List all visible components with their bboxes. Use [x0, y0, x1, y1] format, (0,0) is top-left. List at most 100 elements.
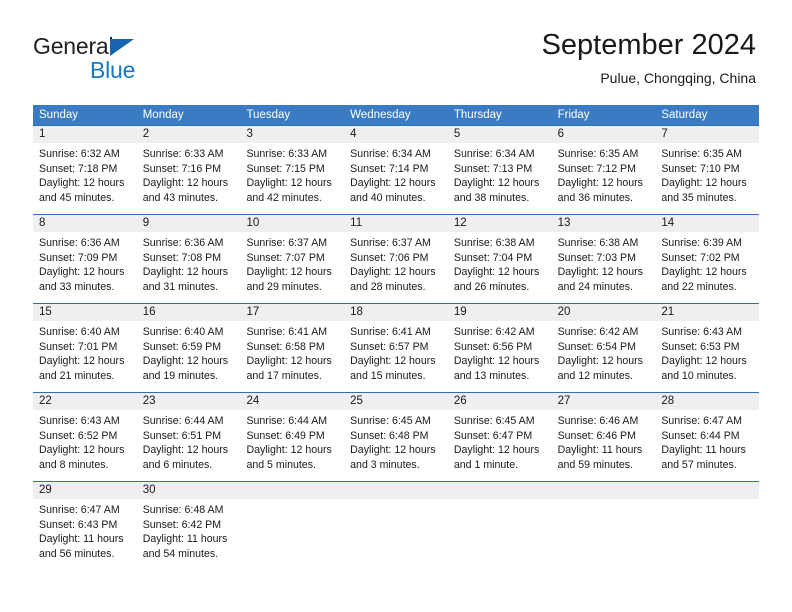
day-cell[interactable]: Sunrise: 6:35 AM Sunset: 7:12 PM Dayligh… [552, 143, 656, 214]
day-cell-empty [448, 499, 552, 570]
day-cell[interactable]: Sunrise: 6:48 AM Sunset: 6:42 PM Dayligh… [137, 499, 241, 570]
daylight-text-line1: Daylight: 12 hours [453, 355, 540, 368]
day-cell[interactable]: Sunrise: 6:34 AM Sunset: 7:14 PM Dayligh… [344, 143, 448, 214]
sunset-text: Sunset: 6:58 PM [246, 340, 325, 353]
day-number[interactable]: 5 [448, 126, 552, 143]
daylight-text-line1: Daylight: 12 hours [142, 355, 229, 368]
daylight-text-line2: and 28 minutes. [350, 280, 426, 293]
day-cell[interactable]: Sunrise: 6:37 AM Sunset: 7:07 PM Dayligh… [240, 232, 344, 303]
daylight-text-line1: Daylight: 12 hours [557, 355, 643, 368]
daylight-text-line1: Daylight: 12 hours [350, 266, 436, 279]
day-number[interactable]: 3 [240, 126, 344, 143]
daylight-text-line2: and 38 minutes. [453, 191, 530, 204]
day-number[interactable]: 18 [344, 304, 448, 321]
daylight-text-line1: Daylight: 12 hours [350, 355, 436, 368]
day-number[interactable]: 30 [137, 482, 241, 499]
day-number[interactable]: 6 [552, 126, 656, 143]
day-cell[interactable]: Sunrise: 6:33 AM Sunset: 7:15 PM Dayligh… [240, 143, 344, 214]
day-cell-empty [655, 499, 759, 570]
day-cell[interactable]: Sunrise: 6:44 AM Sunset: 6:51 PM Dayligh… [137, 410, 241, 481]
day-cell[interactable]: Sunrise: 6:32 AM Sunset: 7:18 PM Dayligh… [33, 143, 137, 214]
day-cell[interactable]: Sunrise: 6:43 AM Sunset: 6:52 PM Dayligh… [33, 410, 137, 481]
week-row: 8 9 10 11 12 13 14 Sunrise: 6:36 AM Suns… [33, 214, 759, 303]
day-number[interactable]: 21 [655, 304, 759, 321]
day-number[interactable]: 27 [552, 393, 656, 410]
day-number[interactable]: 14 [655, 215, 759, 232]
day-number[interactable]: 11 [344, 215, 448, 232]
weekday-sunday: Sunday [39, 109, 79, 121]
day-cell[interactable]: Sunrise: 6:42 AM Sunset: 6:54 PM Dayligh… [552, 321, 656, 392]
day-cell[interactable]: Sunrise: 6:34 AM Sunset: 7:13 PM Dayligh… [448, 143, 552, 214]
sunset-text: Sunset: 7:02 PM [661, 251, 740, 264]
day-number[interactable]: 16 [137, 304, 241, 321]
day-cell[interactable]: Sunrise: 6:39 AM Sunset: 7:02 PM Dayligh… [655, 232, 759, 303]
sunrise-text: Sunrise: 6:34 AM [453, 148, 535, 160]
day-number[interactable]: 24 [240, 393, 344, 410]
weekday-tuesday: Tuesday [246, 109, 291, 121]
day-cell[interactable]: Sunrise: 6:38 AM Sunset: 7:03 PM Dayligh… [552, 232, 656, 303]
day-cell[interactable]: Sunrise: 6:40 AM Sunset: 6:59 PM Dayligh… [137, 321, 241, 392]
day-cell[interactable]: Sunrise: 6:41 AM Sunset: 6:58 PM Dayligh… [240, 321, 344, 392]
day-cell[interactable]: Sunrise: 6:43 AM Sunset: 6:53 PM Dayligh… [655, 321, 759, 392]
sunset-text: Sunset: 7:06 PM [350, 251, 429, 264]
day-cell[interactable]: Sunrise: 6:36 AM Sunset: 7:09 PM Dayligh… [33, 232, 137, 303]
logo-secondary-text: Blue [90, 57, 136, 83]
daylight-text-line2: and 29 minutes. [246, 280, 322, 293]
day-cell[interactable]: Sunrise: 6:45 AM Sunset: 6:47 PM Dayligh… [448, 410, 552, 481]
day-number[interactable]: 28 [655, 393, 759, 410]
daylight-text-line1: Daylight: 12 hours [246, 266, 332, 279]
day-number[interactable]: 26 [448, 393, 552, 410]
day-number[interactable]: 20 [552, 304, 656, 321]
daylight-text-line1: Daylight: 12 hours [39, 355, 125, 368]
page-title: September 2024 [541, 29, 756, 61]
day-cell[interactable]: Sunrise: 6:33 AM Sunset: 7:16 PM Dayligh… [137, 143, 241, 214]
day-number[interactable]: 9 [137, 215, 241, 232]
day-cell[interactable]: Sunrise: 6:44 AM Sunset: 6:49 PM Dayligh… [240, 410, 344, 481]
day-cell[interactable]: Sunrise: 6:38 AM Sunset: 7:04 PM Dayligh… [448, 232, 552, 303]
daylight-text-line1: Daylight: 11 hours [39, 533, 124, 546]
daylight-text-line2: and 15 minutes. [350, 369, 426, 382]
day-number[interactable]: 2 [137, 126, 241, 143]
sunset-text: Sunset: 7:10 PM [661, 162, 740, 175]
day-cell[interactable]: Sunrise: 6:37 AM Sunset: 7:06 PM Dayligh… [344, 232, 448, 303]
weekday-thursday: Thursday [453, 109, 502, 121]
day-number[interactable]: 17 [240, 304, 344, 321]
day-number[interactable]: 12 [448, 215, 552, 232]
day-number[interactable]: 8 [33, 215, 137, 232]
day-cell[interactable]: Sunrise: 6:42 AM Sunset: 6:56 PM Dayligh… [448, 321, 552, 392]
week-daynumber-band: 8 9 10 11 12 13 14 [33, 215, 759, 232]
day-cell[interactable]: Sunrise: 6:46 AM Sunset: 6:46 PM Dayligh… [552, 410, 656, 481]
day-number[interactable]: 7 [655, 126, 759, 143]
day-cell[interactable]: Sunrise: 6:41 AM Sunset: 6:57 PM Dayligh… [344, 321, 448, 392]
daylight-text-line2: and 59 minutes. [557, 458, 633, 471]
day-number[interactable]: 15 [33, 304, 137, 321]
day-cell[interactable]: Sunrise: 6:35 AM Sunset: 7:10 PM Dayligh… [655, 143, 759, 214]
daylight-text-line2: and 54 minutes. [142, 547, 219, 560]
sunset-text: Sunset: 6:49 PM [246, 429, 325, 442]
day-number[interactable]: 23 [137, 393, 241, 410]
sunset-text: Sunset: 7:14 PM [350, 162, 429, 175]
day-number[interactable]: 4 [344, 126, 448, 143]
daylight-text-line1: Daylight: 12 hours [39, 177, 125, 190]
day-cell-empty [552, 499, 656, 570]
day-number[interactable]: 13 [552, 215, 656, 232]
day-cell[interactable]: Sunrise: 6:47 AM Sunset: 6:44 PM Dayligh… [655, 410, 759, 481]
day-number[interactable]: 19 [448, 304, 552, 321]
day-number[interactable]: 29 [33, 482, 137, 499]
day-cell[interactable]: Sunrise: 6:45 AM Sunset: 6:48 PM Dayligh… [344, 410, 448, 481]
daylight-text-line1: Daylight: 12 hours [661, 177, 747, 190]
week-row: 15 16 17 18 19 20 21 Sunrise: 6:40 AM Su… [33, 303, 759, 392]
day-cell[interactable]: Sunrise: 6:47 AM Sunset: 6:43 PM Dayligh… [33, 499, 137, 570]
weekday-friday: Friday [557, 109, 590, 121]
sunrise-text: Sunrise: 6:45 AM [350, 415, 431, 427]
day-cell[interactable]: Sunrise: 6:36 AM Sunset: 7:08 PM Dayligh… [137, 232, 241, 303]
daylight-text-line1: Daylight: 12 hours [557, 266, 643, 279]
day-number[interactable]: 22 [33, 393, 137, 410]
sunrise-text: Sunrise: 6:37 AM [350, 237, 431, 249]
daylight-text-line1: Daylight: 12 hours [246, 444, 332, 457]
day-number[interactable]: 10 [240, 215, 344, 232]
sunrise-text: Sunrise: 6:34 AM [350, 148, 431, 160]
day-number[interactable]: 25 [344, 393, 448, 410]
day-number[interactable]: 1 [33, 126, 137, 143]
day-cell[interactable]: Sunrise: 6:40 AM Sunset: 7:01 PM Dayligh… [33, 321, 137, 392]
